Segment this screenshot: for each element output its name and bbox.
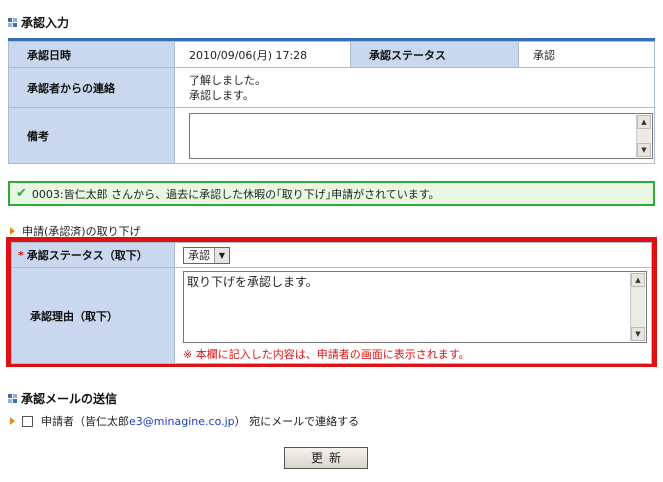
remarks-textarea[interactable]: ▲ ▼ <box>189 112 653 159</box>
date-value: 2010/09/06(月) 17:28 <box>174 41 351 68</box>
scroll-up-icon[interactable]: ▲ <box>637 114 651 129</box>
required-mark: * <box>18 249 24 262</box>
scroll-down-icon[interactable]: ▼ <box>637 142 651 157</box>
withdrawal-reason-textarea[interactable]: 取り下げを承認します。 ▲ ▼ <box>183 271 647 343</box>
status-value: 承認 <box>518 41 655 68</box>
remarks-label: 備考 <box>8 107 175 164</box>
arrow-right-icon <box>10 227 15 235</box>
withdrawal-reason-cell: 取り下げを承認します。 ▲ ▼ ※ 本欄に記入した内容は、申請者の画面に表示され… <box>174 267 652 364</box>
remarks-scrollbar[interactable]: ▲ ▼ <box>636 114 651 157</box>
section-square-icon <box>8 394 17 403</box>
applicant-email: e3@minagine.co.jp <box>129 414 235 428</box>
section-square-icon <box>8 18 17 27</box>
scroll-down-icon[interactable]: ▼ <box>631 327 645 341</box>
withdrawal-status-select[interactable]: 承認 ▼ <box>183 246 230 264</box>
chevron-down-icon[interactable]: ▼ <box>214 247 229 263</box>
status-label: 承認ステータス <box>350 41 519 68</box>
update-button[interactable]: 更新 <box>284 447 368 469</box>
remarks-cell: ▲ ▼ <box>174 107 655 164</box>
scroll-up-icon[interactable]: ▲ <box>631 273 645 287</box>
withdrawal-status-cell: 承認 ▼ <box>174 242 652 268</box>
approval-input-title: 承認入力 <box>8 14 69 31</box>
reason-scrollbar[interactable]: ▲ ▼ <box>630 273 645 341</box>
contact-value: 了解しました。 承認します。 <box>174 67 655 108</box>
withdrawal-notice: ✔ 0003:皆仁太郎 さんから、過去に承認した休暇の｢取り下げ｣申請がされてい… <box>8 181 655 206</box>
withdrawal-table: * 承認ステータス（取下） 承認 ▼ 承認理由（取下） 取り下げを承認します。 ▲… <box>11 242 652 364</box>
approval-info-table: 承認日時 2010/09/06(月) 17:28 承認ステータス 承認 承認者か… <box>8 41 655 164</box>
arrow-right-icon <box>10 417 15 425</box>
approval-mail-title: 承認メールの送信 <box>8 390 117 407</box>
withdrawal-status-label: * 承認ステータス（取下） <box>11 242 175 268</box>
reason-note: ※ 本欄に記入した内容は、申請者の画面に表示されます。 <box>183 348 470 361</box>
contact-label: 承認者からの連絡 <box>8 67 175 108</box>
send-mail-checkbox[interactable] <box>22 415 33 427</box>
check-icon: ✔ <box>16 186 27 201</box>
date-label: 承認日時 <box>8 41 175 68</box>
withdrawal-reason-label: 承認理由（取下） <box>11 267 175 364</box>
mail-option-row: 申請者（皆仁太郎 e3@minagine.co.jp） 宛にメールで連絡する <box>10 413 359 429</box>
